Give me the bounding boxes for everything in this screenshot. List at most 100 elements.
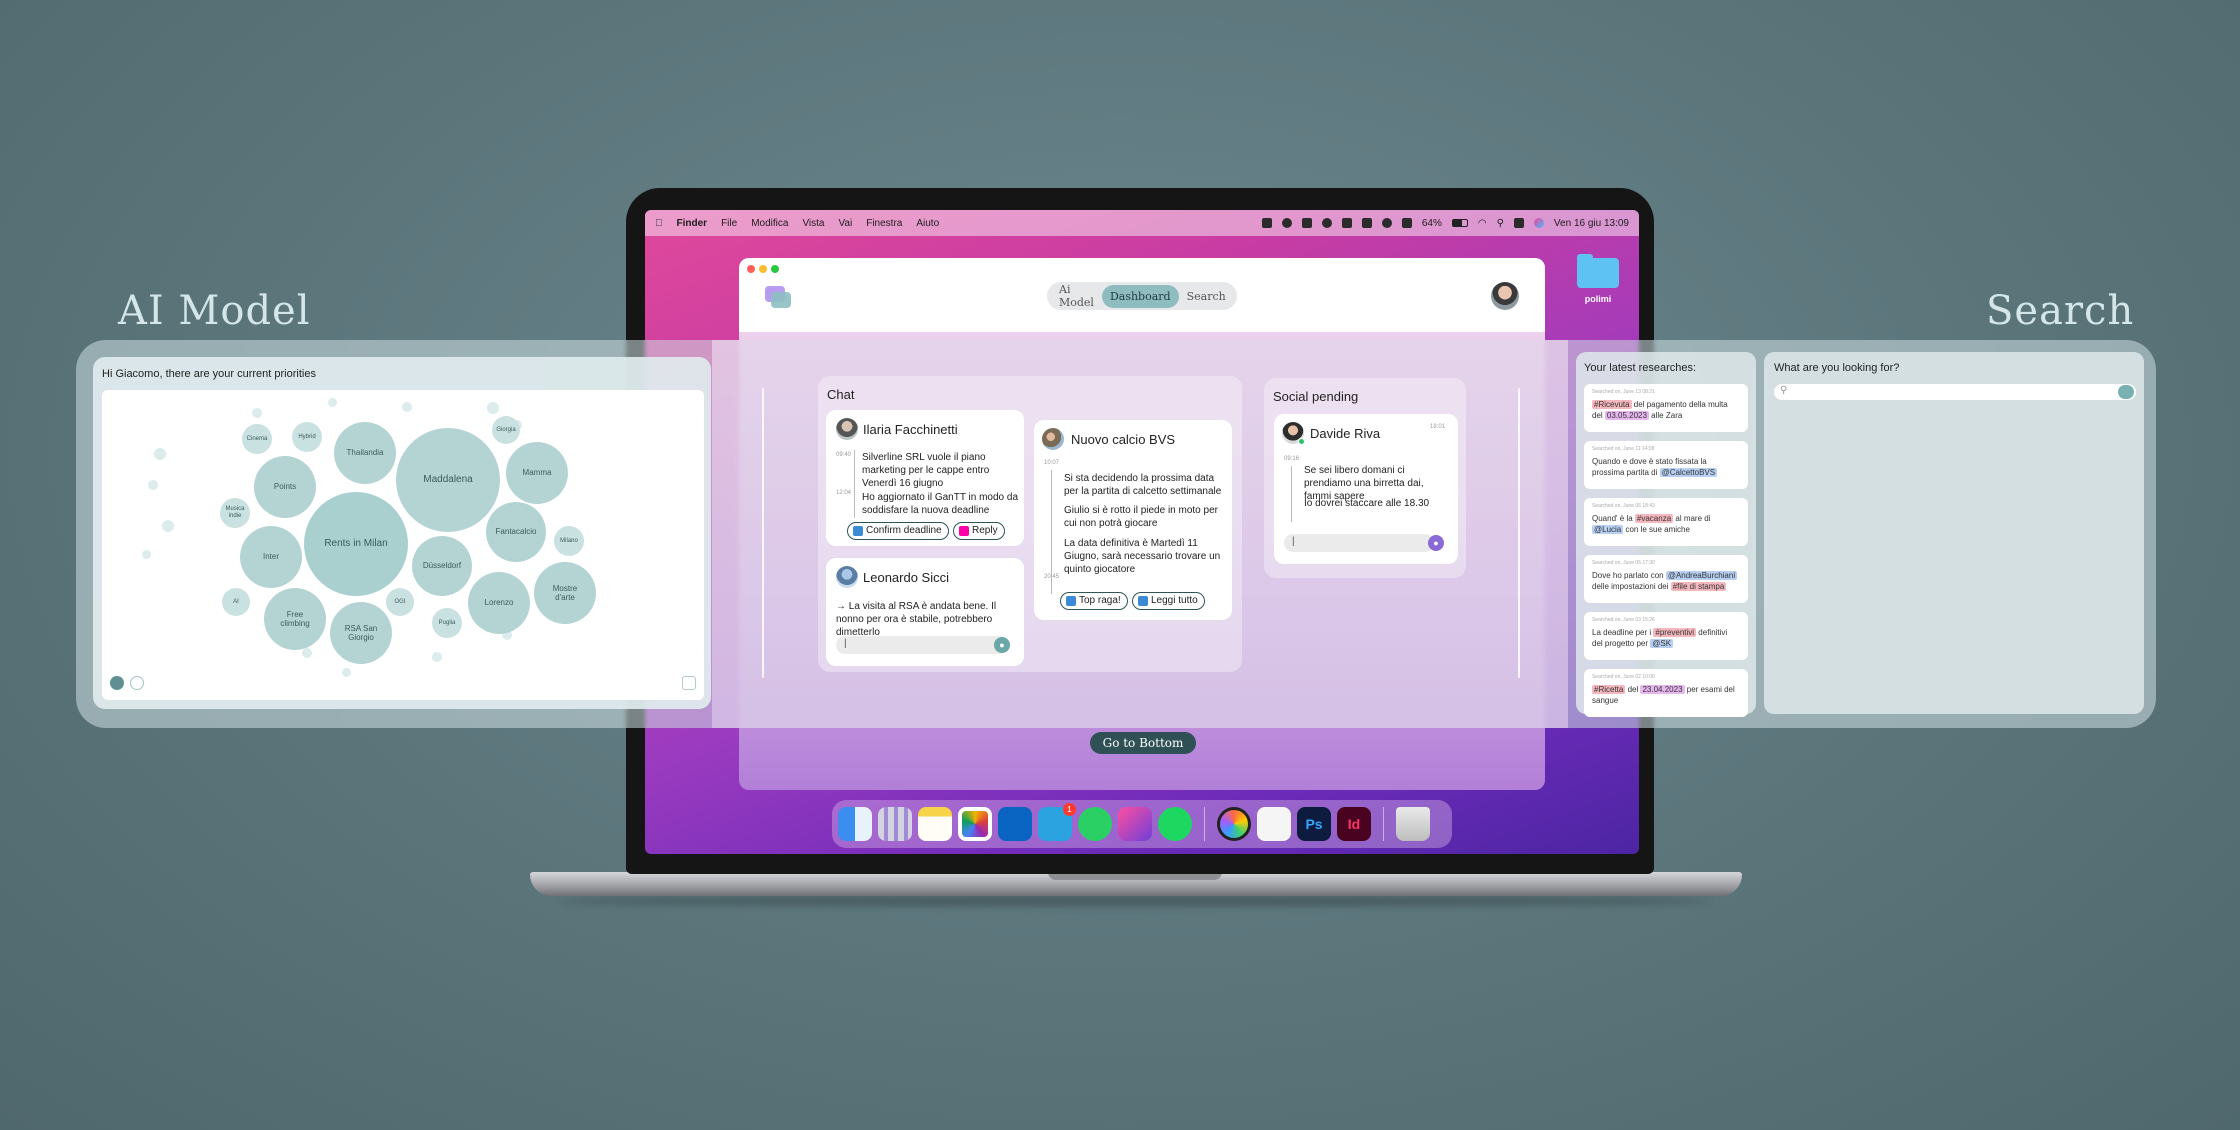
research-tag[interactable]: @SK <box>1650 639 1674 648</box>
research-tag[interactable]: @AndreaBurchiani <box>1665 571 1738 580</box>
bubble-cinema[interactable]: Cinema <box>242 424 272 454</box>
bubble-points[interactable]: Points <box>254 456 316 518</box>
siri-icon[interactable] <box>1533 218 1544 228</box>
reply-input[interactable] <box>1284 534 1434 552</box>
zoom-window-button[interactable] <box>771 265 779 273</box>
research-tag[interactable]: @CalcettoBVS <box>1659 468 1718 477</box>
chart-view-icon[interactable] <box>110 676 124 690</box>
indesign-icon[interactable]: Id <box>1337 807 1371 841</box>
tray-icon[interactable] <box>1261 218 1272 228</box>
apple-icon[interactable]:  <box>655 218 663 229</box>
tray-icon[interactable] <box>1361 218 1372 228</box>
bubble-free-climbing[interactable]: Free climbing <box>264 588 326 650</box>
tray-icon[interactable] <box>1301 218 1312 228</box>
launchpad-icon[interactable] <box>878 807 912 841</box>
bubble-mostre-darte[interactable]: Mostre d'arte <box>534 562 596 624</box>
menu-finestra[interactable]: Finestra <box>866 218 902 229</box>
research-item[interactable]: Searched on, June 02 10:06 #Ricetta del 2… <box>1584 669 1748 717</box>
figma-icon[interactable] <box>1257 807 1291 841</box>
research-item[interactable]: Searched on, June 11 14:09 Quando e dove … <box>1584 441 1748 489</box>
tab-dashboard[interactable]: Dashboard <box>1101 284 1179 308</box>
mic-icon[interactable]: ● <box>994 637 1010 653</box>
app-logo-icon[interactable] <box>765 286 791 308</box>
bubble-musica-indie[interactable]: Musica indie <box>220 498 250 528</box>
research-tag[interactable]: #preventivi <box>1653 628 1697 637</box>
tray-icon[interactable] <box>1341 218 1352 228</box>
research-tag[interactable]: #vacanza <box>1634 514 1674 523</box>
telegram-icon[interactable]: 1 <box>1038 803 1076 841</box>
bubble-rsa-san-giorgio[interactable]: RSA San Giorgio <box>330 602 392 664</box>
bubble-maddalena[interactable]: Maddalena <box>396 428 500 532</box>
bubble-lorenzo[interactable]: Lorenzo <box>468 572 530 634</box>
bubble-rents-in-milan[interactable]: Rents in Milan <box>304 492 408 596</box>
bubble-ogi[interactable]: OGI <box>386 588 414 616</box>
menu-aiuto[interactable]: Aiuto <box>916 218 939 229</box>
arc-icon[interactable] <box>1217 807 1251 841</box>
menu-file[interactable]: File <box>721 218 737 229</box>
research-tag[interactable]: #Ricetta <box>1592 685 1626 694</box>
menu-modifica[interactable]: Modifica <box>751 218 788 229</box>
chat-card-calcio[interactable]: Nuovo calcio BVS 10:07 Si sta decidendo … <box>1034 420 1232 620</box>
spotify-icon[interactable] <box>1158 807 1192 841</box>
outlook-icon[interactable] <box>998 807 1032 841</box>
go-to-bottom-button[interactable]: Go to Bottom <box>1090 732 1196 754</box>
bubble-dusseldorf[interactable]: Düsseldorf <box>412 536 472 596</box>
research-item[interactable]: Searched on, June 13 08:21 #Ricevuta del … <box>1584 384 1748 432</box>
top-raga-button[interactable]: Top raga! <box>1060 592 1128 610</box>
research-tag[interactable]: 03.05.2023 <box>1604 411 1649 420</box>
control-center-icon[interactable] <box>1513 218 1524 228</box>
bubble-milano[interactable]: Milano <box>554 526 584 556</box>
research-item[interactable]: Searched on, June 06 18:43 Quand' è la #v… <box>1584 498 1748 546</box>
bubble-thailandia[interactable]: Thailandia <box>334 422 396 484</box>
folder-icon[interactable] <box>1577 254 1619 288</box>
user-avatar[interactable] <box>1491 282 1519 310</box>
chat-icon[interactable] <box>682 676 696 690</box>
research-item[interactable]: Searched on, June 03 15:26 La deadline pe… <box>1584 612 1748 660</box>
bubble-inter[interactable]: Inter <box>240 526 302 588</box>
menu-vista[interactable]: Vista <box>802 218 824 229</box>
finder-icon[interactable] <box>838 807 872 841</box>
tab-search[interactable]: Search <box>1179 285 1234 308</box>
chat-card-leonardo[interactable]: Leonardo Sicci → La visita al RSA è anda… <box>826 558 1024 666</box>
bubble-giorgia[interactable]: Giorgia <box>492 416 520 444</box>
bubble-hybrid[interactable]: Hybrid <box>292 422 322 452</box>
leggi-tutto-button[interactable]: Leggi tutto <box>1132 592 1205 610</box>
close-window-button[interactable] <box>747 265 755 273</box>
tray-icon[interactable] <box>1401 218 1412 228</box>
reply-input[interactable] <box>836 636 1008 654</box>
search-icon[interactable]: ⚲ <box>1497 218 1504 229</box>
photos-icon[interactable] <box>958 807 992 841</box>
wifi-icon[interactable]: ◠ <box>1478 218 1487 229</box>
research-tag[interactable]: #Ricevuta <box>1592 400 1632 409</box>
research-item[interactable]: Searched on, June 06 17:30 Dove ho parlat… <box>1584 555 1748 603</box>
bubble-mamma[interactable]: Mamma <box>506 442 568 504</box>
reply-button[interactable]: Reply <box>953 522 1005 540</box>
menu-vai[interactable]: Vai <box>839 218 853 229</box>
tray-icon[interactable] <box>1321 218 1332 228</box>
affinity-icon[interactable] <box>1118 807 1152 841</box>
mic-icon[interactable]: ● <box>1428 535 1444 551</box>
whatsapp-icon[interactable] <box>1078 807 1112 841</box>
tray-icon[interactable] <box>1281 218 1292 228</box>
ai-sparkle-icon[interactable] <box>130 676 144 690</box>
menu-clock[interactable]: Ven 16 giu 13:09 <box>1554 218 1629 229</box>
tab-ai-model[interactable]: Ai Model <box>1051 278 1102 314</box>
trash-icon[interactable] <box>1396 807 1430 841</box>
folder-label[interactable]: polimi <box>1565 294 1631 304</box>
notes-icon[interactable] <box>918 807 952 841</box>
research-tag[interactable]: 23.04.2023 <box>1640 685 1685 694</box>
tray-icon[interactable] <box>1381 218 1392 228</box>
search-submit-button[interactable] <box>2118 385 2134 399</box>
confirm-deadline-button[interactable]: Confirm deadline <box>847 522 949 540</box>
bubble-ai[interactable]: AI <box>222 588 250 616</box>
search-input[interactable] <box>1774 384 2136 400</box>
research-tag[interactable]: @Lucia <box>1592 525 1624 534</box>
minimize-window-button[interactable] <box>759 265 767 273</box>
chat-card-ilaria[interactable]: Ilaria Facchinetti 09:40 Silverline SRL … <box>826 410 1024 546</box>
bubble-fantacalcio[interactable]: Fantacalcio <box>486 502 546 562</box>
social-card-davide[interactable]: Davide Riva 18:01 09:16 Se sei libero do… <box>1274 414 1458 564</box>
bubble-puglia[interactable]: Puglia <box>432 608 462 638</box>
photoshop-icon[interactable]: Ps <box>1297 807 1331 841</box>
menu-finder[interactable]: Finder <box>677 218 708 229</box>
research-tag[interactable]: #file di stampa <box>1670 582 1727 591</box>
